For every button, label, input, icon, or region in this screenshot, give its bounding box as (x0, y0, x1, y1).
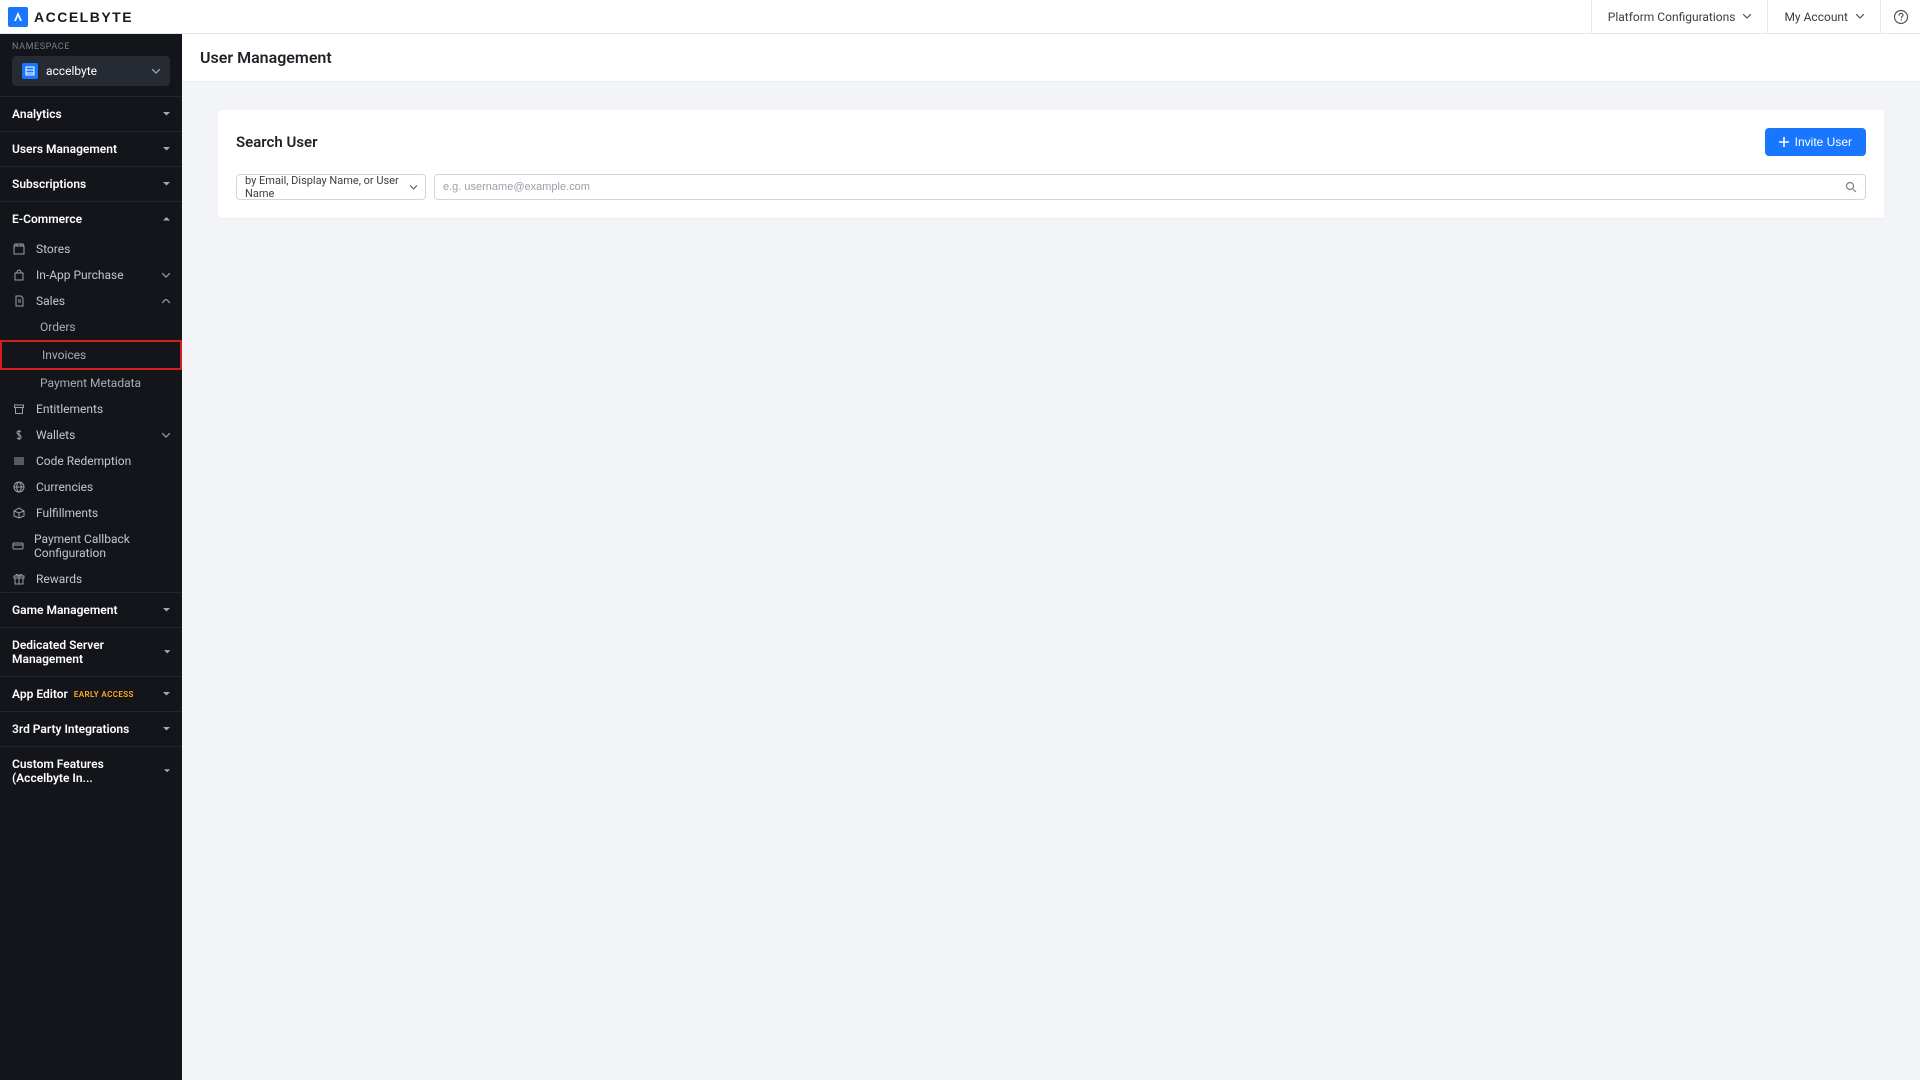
chevron-down-icon (1743, 14, 1751, 19)
invite-user-label: Invite User (1795, 135, 1852, 149)
caret-down-icon (163, 182, 170, 186)
sidebar-item-sales[interactable]: Sales (0, 288, 182, 314)
search-icon[interactable] (1845, 181, 1857, 193)
brand: ACCELBYTE (0, 7, 133, 27)
globe-icon (12, 481, 26, 493)
sidebar-item-label: Currencies (36, 480, 93, 494)
sidebar-section-label: Game Management (12, 603, 117, 617)
sidebar-item-in-app-purchase[interactable]: In-App Purchase (0, 262, 182, 288)
sidebar-section-third-party[interactable]: 3rd Party Integrations (0, 712, 182, 746)
sidebar-section-label: App Editor (12, 687, 68, 701)
sidebar-section-label: E-Commerce (12, 212, 82, 226)
sidebar-section-subscriptions[interactable]: Subscriptions (0, 167, 182, 201)
logo-icon (8, 7, 28, 27)
caret-down-icon (164, 650, 170, 654)
sidebar-item-label: Entitlements (36, 402, 103, 416)
sidebar-item-currencies[interactable]: Currencies (0, 474, 182, 500)
sidebar-item-label: Invoices (42, 348, 86, 362)
sidebar-item-label: Code Redemption (36, 454, 131, 468)
sidebar-section-label: Dedicated Server Management (12, 638, 164, 666)
chevron-up-icon (162, 299, 170, 304)
store-icon (12, 243, 26, 255)
help-icon (1893, 9, 1909, 25)
sidebar-section-label: Users Management (12, 142, 117, 156)
document-icon (12, 295, 26, 307)
brand-text: ACCELBYTE (34, 9, 133, 25)
caret-down-icon (163, 112, 170, 116)
search-criteria-select[interactable]: by Email, Display Name, or User Name (236, 174, 426, 200)
sidebar-item-label: Payment Metadata (40, 376, 141, 390)
sidebar-section-users-management[interactable]: Users Management (0, 132, 182, 166)
dollar-icon (12, 429, 26, 441)
card-icon (12, 540, 24, 552)
search-criteria-label: by Email, Display Name, or User Name (245, 174, 410, 200)
namespace-selector[interactable]: accelbyte (12, 56, 170, 86)
sidebar-item-payment-metadata[interactable]: Payment Metadata (0, 370, 182, 396)
my-account-menu[interactable]: My Account (1767, 0, 1880, 33)
page-title: User Management (182, 34, 1920, 82)
sidebar-item-payment-callback[interactable]: Payment Callback Configuration (0, 526, 182, 566)
sidebar-section-ecommerce[interactable]: E-Commerce (0, 202, 182, 236)
sidebar-item-label: In-App Purchase (36, 268, 124, 282)
chevron-down-icon (410, 185, 417, 190)
archive-icon (12, 403, 26, 415)
caret-up-icon (163, 217, 170, 221)
sidebar-item-orders[interactable]: Orders (0, 314, 182, 340)
sidebar-item-entitlements[interactable]: Entitlements (0, 396, 182, 422)
sidebar-item-label: Payment Callback Configuration (34, 532, 170, 560)
sidebar-section-dedicated-server[interactable]: Dedicated Server Management (0, 628, 182, 676)
sidebar-item-label: Wallets (36, 428, 75, 442)
caret-down-icon (163, 147, 170, 151)
search-input-wrap (434, 174, 1866, 200)
sidebar-item-code-redemption[interactable]: Code Redemption (0, 448, 182, 474)
box-icon (12, 507, 26, 519)
my-account-label: My Account (1784, 10, 1848, 24)
sidebar-item-label: Sales (36, 294, 65, 308)
chevron-down-icon (162, 273, 170, 278)
chevron-down-icon (152, 69, 160, 74)
panel-title: Search User (236, 133, 318, 151)
help-button[interactable] (1880, 0, 1920, 33)
namespace-label: NAMESPACE (0, 34, 182, 56)
caret-down-icon (163, 727, 170, 731)
platform-configurations-menu[interactable]: Platform Configurations (1591, 0, 1768, 33)
sidebar-item-stores[interactable]: Stores (0, 236, 182, 262)
sidebar-item-label: Fulfillments (36, 506, 98, 520)
sidebar-item-label: Rewards (36, 572, 82, 586)
caret-down-icon (163, 692, 170, 696)
chevron-down-icon (162, 433, 170, 438)
plus-icon (1779, 137, 1789, 147)
barcode-icon (12, 455, 26, 467)
sidebar-section-custom-features[interactable]: Custom Features (Accelbyte In... (0, 747, 182, 795)
caret-down-icon (163, 608, 170, 612)
chevron-down-icon (1856, 14, 1864, 19)
early-access-badge: EARLY ACCESS (74, 690, 134, 699)
sidebar-item-fulfillments[interactable]: Fulfillments (0, 500, 182, 526)
search-user-panel: Search User Invite User by Email, Displa… (218, 110, 1884, 218)
sidebar-item-label: Stores (36, 242, 70, 256)
namespace-icon (22, 63, 38, 79)
invite-user-button[interactable]: Invite User (1765, 128, 1866, 156)
sidebar-section-label: Subscriptions (12, 177, 86, 191)
bag-icon (12, 269, 26, 281)
sidebar-item-invoices[interactable]: Invoices (0, 340, 182, 370)
sidebar-section-label: Analytics (12, 107, 62, 121)
platform-configurations-label: Platform Configurations (1608, 10, 1736, 24)
sidebar-section-analytics[interactable]: Analytics (0, 97, 182, 131)
caret-down-icon (164, 769, 170, 773)
sidebar: NAMESPACE accelbyte Analytics Users Mana… (0, 34, 182, 1080)
sidebar-item-rewards[interactable]: Rewards (0, 566, 182, 592)
search-input[interactable] (443, 181, 1845, 193)
sidebar-item-wallets[interactable]: Wallets (0, 422, 182, 448)
sidebar-section-label: 3rd Party Integrations (12, 722, 129, 736)
sidebar-section-game-management[interactable]: Game Management (0, 593, 182, 627)
sidebar-item-label: Orders (40, 320, 76, 334)
namespace-value: accelbyte (46, 64, 144, 78)
sidebar-section-label: Custom Features (Accelbyte In... (12, 757, 164, 785)
gift-icon (12, 573, 26, 585)
sidebar-section-app-editor[interactable]: App Editor EARLY ACCESS (0, 677, 182, 711)
